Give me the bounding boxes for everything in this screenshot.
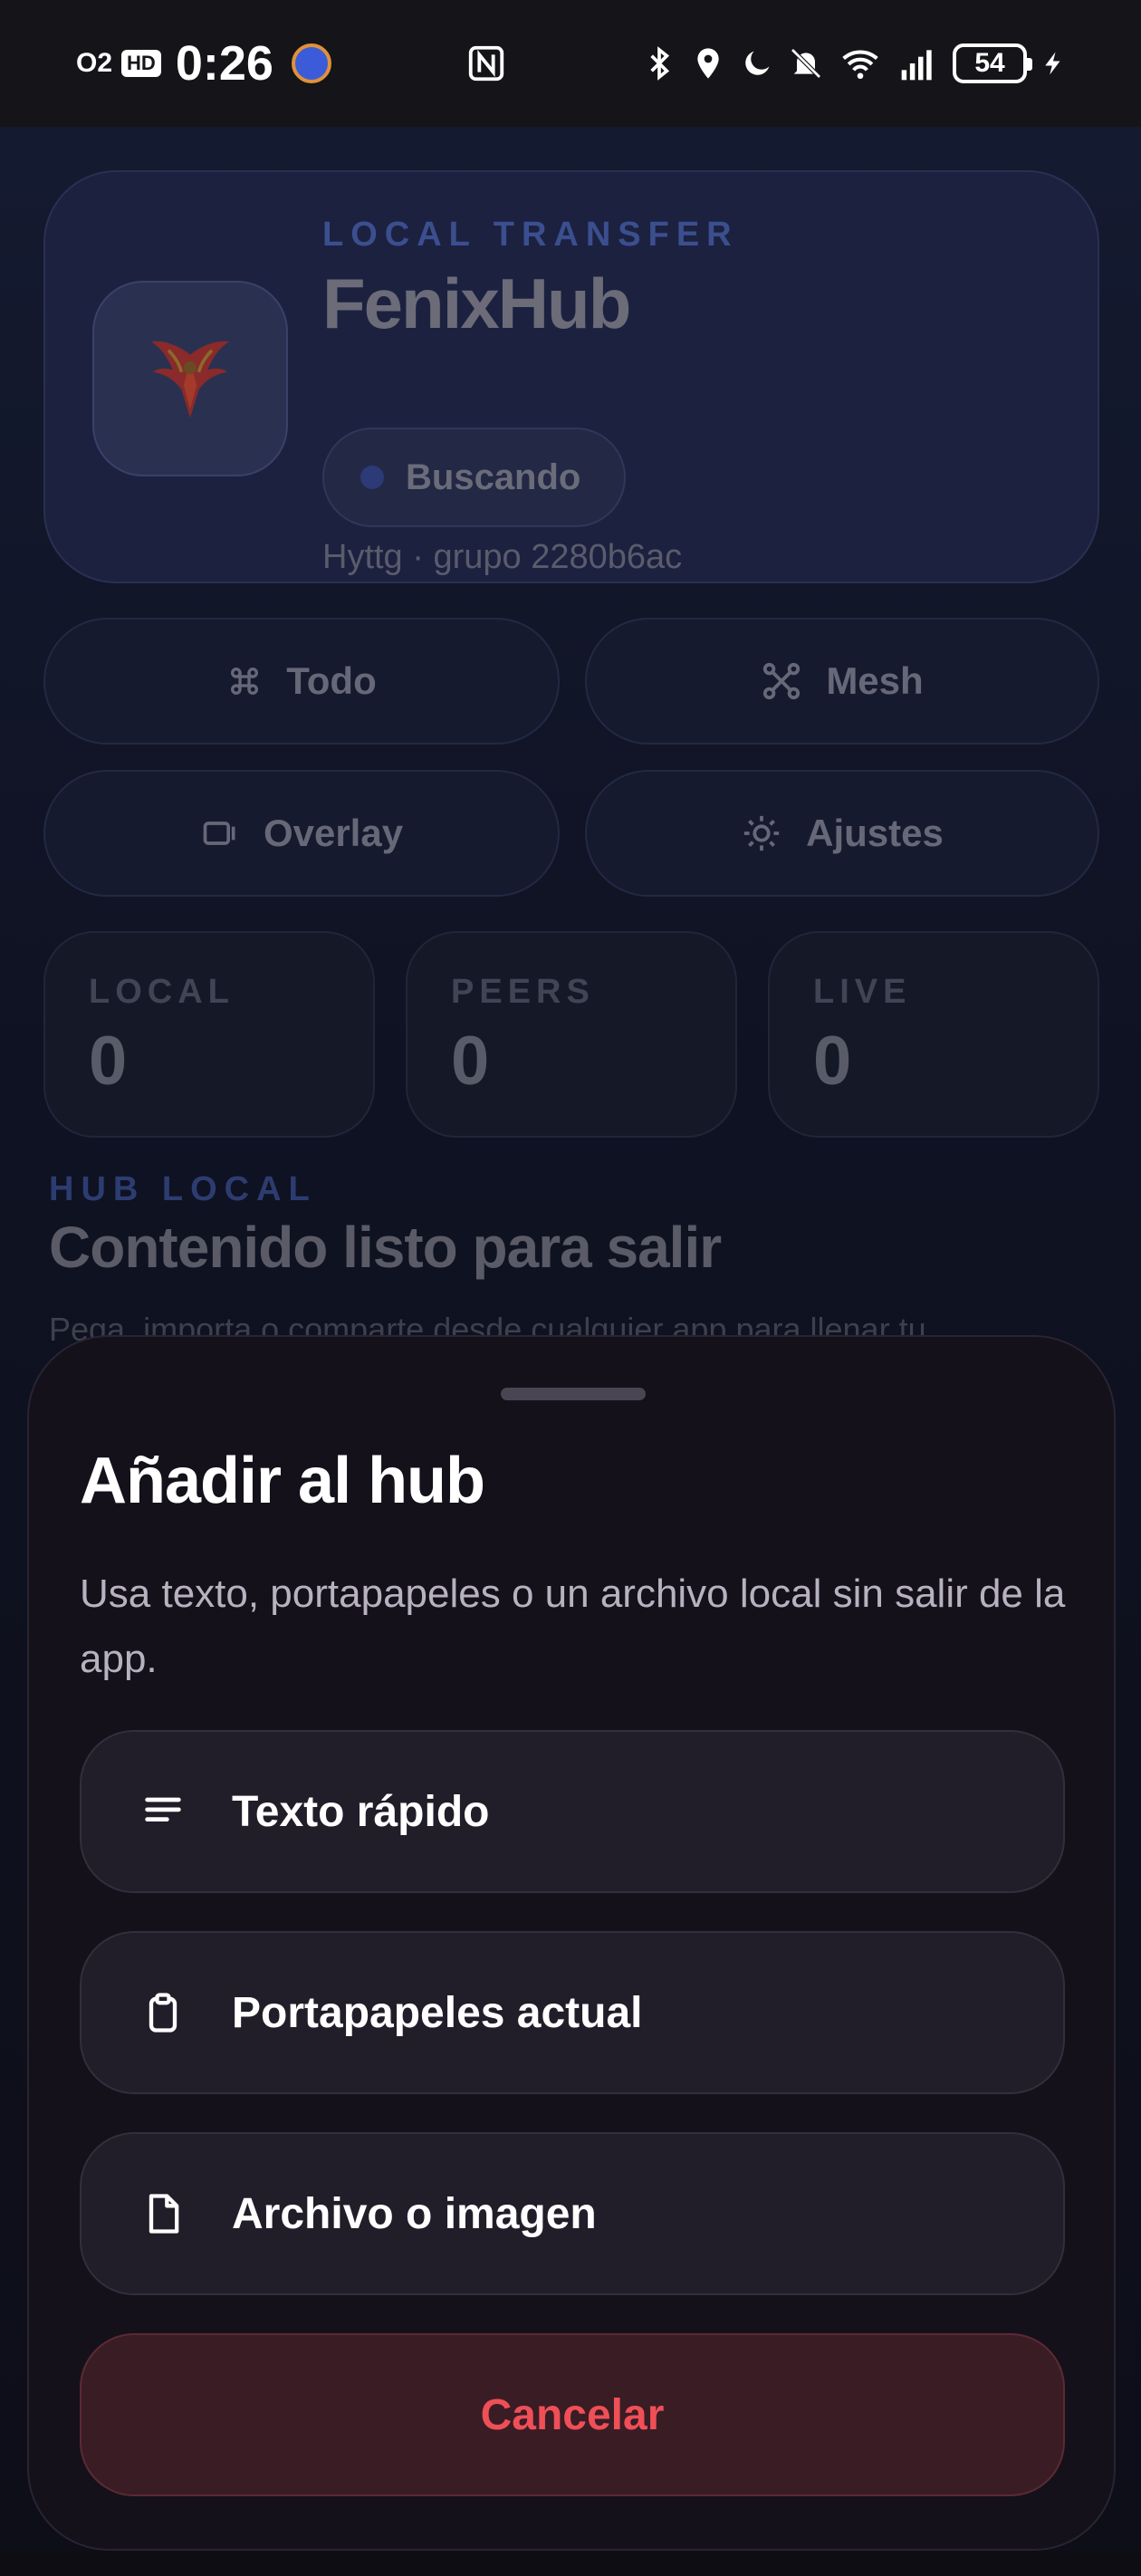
gesture-area [0,2551,1141,2576]
nav-overlay-button[interactable]: Overlay [43,770,560,897]
nav-todo-button[interactable]: Todo [43,618,560,745]
sheet-subtitle: Usa texto, portapapeles o un archivo loc… [80,1572,1066,1681]
nav-mesh-button[interactable]: Mesh [585,618,1099,745]
phoenix-logo-icon [150,341,230,418]
signal-icon [901,50,932,81]
battery-indicator: 54 [953,43,1032,83]
moon-icon [745,51,770,75]
hero-eyebrow: LOCAL TRANSFER [322,216,739,254]
stat-local-card: LOCAL 0 [43,931,375,1138]
charging-icon [1045,52,1060,75]
status-dot [360,466,384,489]
nfc-icon [468,45,504,82]
hd-badge: HD [121,50,161,77]
wifi-icon [842,50,878,80]
bluetooth-icon [650,46,670,81]
overlay-icon [203,822,235,845]
status-badge[interactable]: Buscando [322,428,627,527]
stat-value: 0 [813,1023,852,1100]
nav-ajustes-label: Ajustes [806,812,944,854]
stat-peers-card: PEERS 0 [406,931,737,1138]
clipboard-icon [138,1987,188,2038]
stat-value: 0 [89,1023,128,1100]
lines-icon [138,1786,188,1837]
notification-app-icon [291,43,331,83]
option-label: Archivo o imagen [232,2189,597,2238]
stat-value: 0 [451,1023,490,1100]
cancel-button[interactable]: Cancelar [80,2333,1065,2496]
quick-text-option[interactable]: Texto rápido [80,1730,1065,1893]
nav-overlay-label: Overlay [263,812,404,854]
status-label: Buscando [406,457,581,497]
section-title: Contenido listo para salir [49,1215,722,1280]
nav-ajustes-button[interactable]: Ajustes [585,770,1099,897]
file-icon [138,2188,188,2239]
location-icon [697,48,719,79]
file-or-image-option[interactable]: Archivo o imagen [80,2132,1065,2295]
stat-label: LIVE [813,973,912,1011]
sheet-title: Añadir al hub [80,1445,485,1517]
nav-todo-label: Todo [286,659,377,702]
command-icon [231,668,259,695]
status-right: 54 [641,43,1067,83]
section-eyebrow: HUB LOCAL [49,1170,317,1208]
clipboard-option[interactable]: Portapapeles actual [80,1931,1065,2094]
status-bar: O2 HD 0:26 54 [0,0,1141,127]
bell-off-icon [791,48,821,79]
sun-icon [743,815,780,851]
device-group-meta: Hyttg · grupo 2280b6ac [322,538,683,576]
stat-label: LOCAL [89,973,235,1011]
status-left: O2 HD 0:26 [76,35,331,91]
sheet-drag-handle[interactable] [501,1388,646,1400]
hero-card: LOCAL TRANSFER FenixHub Buscando Hyttg ·… [43,170,1099,583]
clock: 0:26 [175,36,273,91]
app-logo [92,281,288,476]
app-title: FenixHub [322,264,631,343]
stat-live-card: LIVE 0 [768,931,1099,1138]
nav-mesh-label: Mesh [826,659,924,702]
option-label: Portapapeles actual [232,1988,643,2037]
mesh-icon [763,662,801,700]
carrier-label: O2 [76,48,113,78]
add-to-hub-sheet: Añadir al hub Usa texto, portapapeles o … [27,1335,1116,2551]
stat-label: PEERS [451,973,595,1011]
option-label: Texto rápido [232,1787,490,1836]
